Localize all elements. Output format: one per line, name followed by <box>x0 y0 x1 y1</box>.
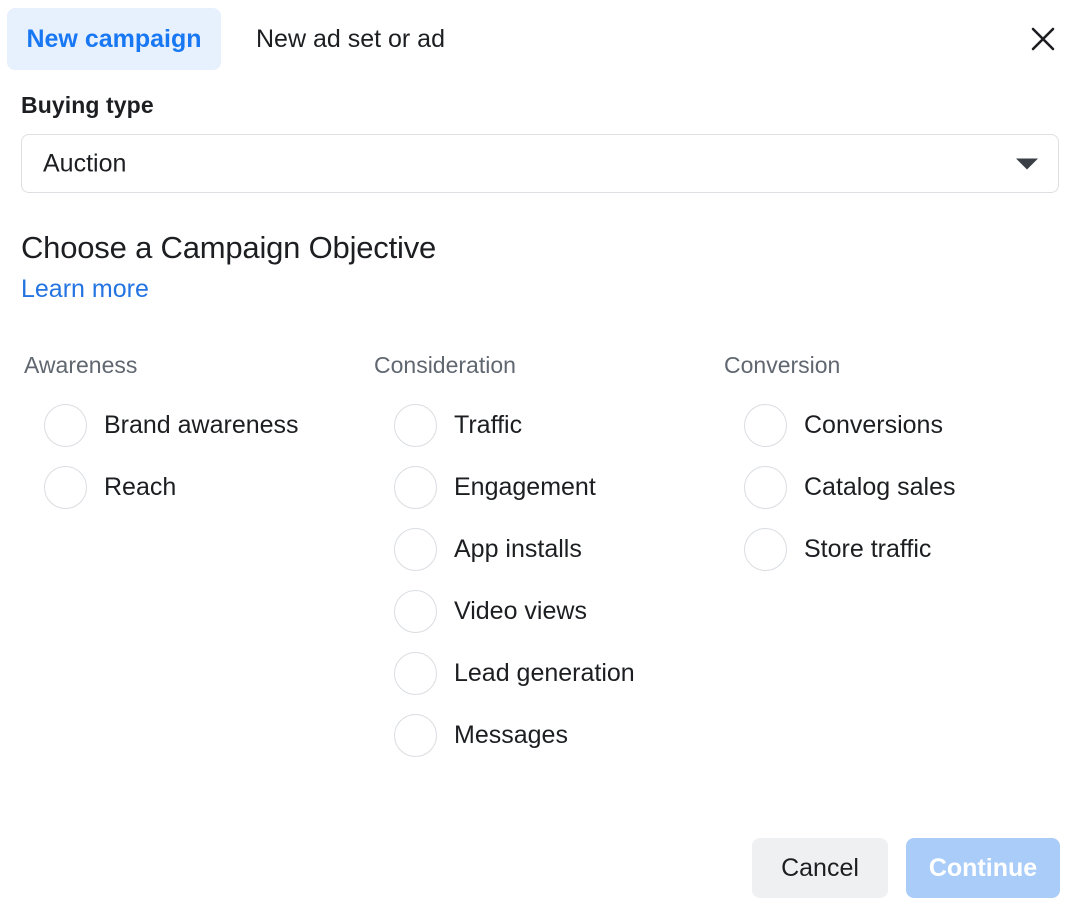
objective-column-awareness: Awareness Brand awareness Reach <box>24 352 364 518</box>
objective-option-conversions[interactable]: Conversions <box>724 394 1064 456</box>
objective-option-label: Catalog sales <box>804 473 955 502</box>
learn-more-link[interactable]: Learn more <box>21 275 149 304</box>
radio-icon[interactable] <box>394 590 437 633</box>
objective-option-reach[interactable]: Reach <box>24 456 364 518</box>
close-button[interactable] <box>1021 17 1065 61</box>
objective-column-heading: Awareness <box>24 352 364 378</box>
radio-icon[interactable] <box>744 404 787 447</box>
objective-option-label: Reach <box>104 473 176 502</box>
objective-option-lead-generation[interactable]: Lead generation <box>374 642 714 704</box>
objective-option-label: Brand awareness <box>104 411 299 440</box>
tab-new-campaign-label: New campaign <box>26 25 201 54</box>
objective-option-engagement[interactable]: Engagement <box>374 456 714 518</box>
radio-icon[interactable] <box>394 714 437 757</box>
objective-option-store-traffic[interactable]: Store traffic <box>724 518 1064 580</box>
chevron-down-icon <box>1016 158 1038 169</box>
radio-icon[interactable] <box>744 466 787 509</box>
radio-icon[interactable] <box>44 466 87 509</box>
objective-option-catalog-sales[interactable]: Catalog sales <box>724 456 1064 518</box>
objective-option-video-views[interactable]: Video views <box>374 580 714 642</box>
buying-type-selected-value: Auction <box>43 149 126 178</box>
tab-new-ad-set-or-ad[interactable]: New ad set or ad <box>256 8 445 70</box>
objective-column-conversion: Conversion Conversions Catalog sales Sto… <box>724 352 1064 580</box>
radio-icon[interactable] <box>744 528 787 571</box>
objective-option-label: Lead generation <box>454 659 635 688</box>
objective-option-label: App installs <box>454 535 582 564</box>
objective-option-label: Video views <box>454 597 587 626</box>
objective-option-label: Traffic <box>454 411 522 440</box>
page-title: Choose a Campaign Objective <box>21 230 436 266</box>
tab-new-campaign[interactable]: New campaign <box>7 8 221 70</box>
dialog-tabbar: New campaign New ad set or ad <box>0 0 1080 78</box>
objective-column-heading: Consideration <box>374 352 714 378</box>
objective-option-label: Store traffic <box>804 535 931 564</box>
tab-new-ad-set-or-ad-label: New ad set or ad <box>256 25 445 54</box>
buying-type-select[interactable]: Auction <box>21 134 1059 193</box>
objective-option-label: Engagement <box>454 473 596 502</box>
radio-icon[interactable] <box>394 652 437 695</box>
objective-column-heading: Conversion <box>724 352 1064 378</box>
continue-button[interactable]: Continue <box>906 838 1060 898</box>
radio-icon[interactable] <box>394 404 437 447</box>
cancel-button[interactable]: Cancel <box>752 838 888 898</box>
radio-icon[interactable] <box>394 466 437 509</box>
radio-icon[interactable] <box>394 528 437 571</box>
objective-option-traffic[interactable]: Traffic <box>374 394 714 456</box>
objective-column-consideration: Consideration Traffic Engagement App ins… <box>374 352 714 766</box>
close-icon <box>1028 24 1058 54</box>
objective-option-messages[interactable]: Messages <box>374 704 714 766</box>
radio-icon[interactable] <box>44 404 87 447</box>
buying-type-label: Buying type <box>21 92 154 119</box>
objective-option-label: Conversions <box>804 411 943 440</box>
objective-option-app-installs[interactable]: App installs <box>374 518 714 580</box>
objective-option-brand-awareness[interactable]: Brand awareness <box>24 394 364 456</box>
objective-option-label: Messages <box>454 721 568 750</box>
